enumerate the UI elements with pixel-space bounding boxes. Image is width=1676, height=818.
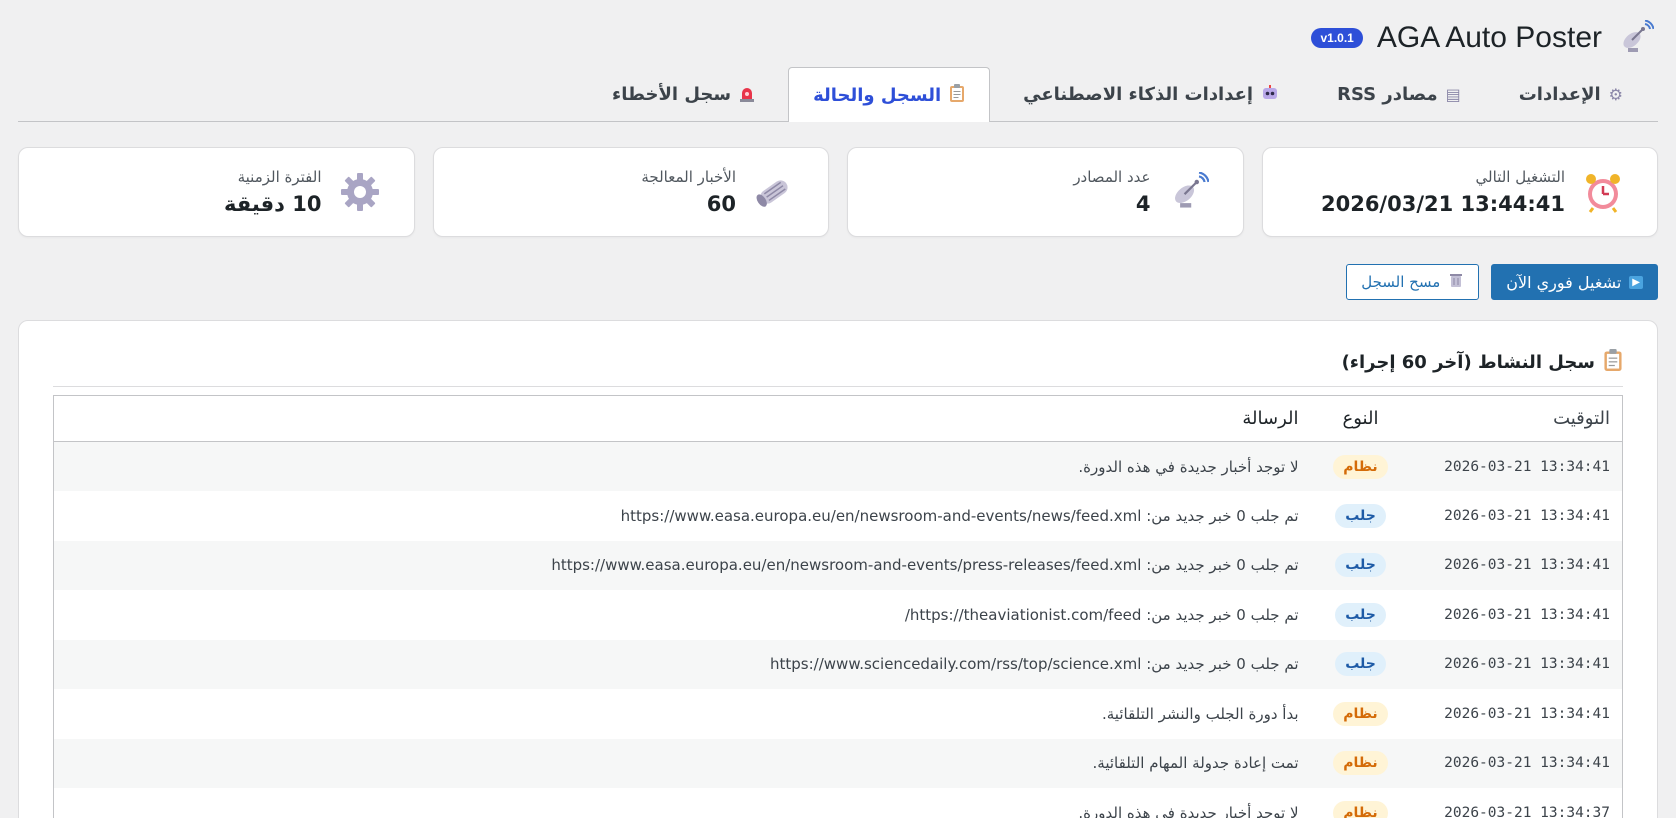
app-header: AGA Auto Poster v1.0.1 [1311, 18, 1656, 58]
log-type-badge: نظام [1333, 701, 1388, 726]
log-message: لا توجد أخبار جديدة في هذه الدورة. [1078, 457, 1299, 476]
table-row: 2026-03-21 13:34:41 جلب تم جلب 0 خبر جديد … [54, 491, 1623, 541]
run-now-button[interactable]: ▶ تشغيل فوري الآن [1491, 264, 1658, 300]
stat-card-interval: الفترة الزمنية 10 دقيقة [18, 147, 415, 237]
tab-label: السجل والحالة [813, 84, 942, 106]
column-header-message[interactable]: الرسالة [53, 395, 1311, 442]
satellite-dish-icon [1165, 168, 1213, 216]
log-message: تمت إعادة جدولة المهام التلقائية. [1092, 754, 1299, 773]
tab-rss-sources[interactable]: ▤ مصادر RSS [1312, 67, 1486, 121]
log-title: سجل النشاط (آخر 60 إجراء) [53, 349, 1623, 387]
tab-error-log[interactable]: سجل الأخطاء [587, 67, 780, 121]
stat-value: 10 دقيقة [224, 192, 322, 216]
siren-icon [739, 84, 755, 106]
stat-card-next-run: التشغيل التالي 2026/03/21 13:44:41 [1261, 147, 1658, 237]
log-table: التوقيت النوع الرسالة 2026-03-21 13:34:4… [53, 395, 1623, 818]
clipboard-icon [1603, 349, 1623, 376]
tab-settings[interactable]: ⚙ الإعدادات [1494, 67, 1648, 121]
log-type-badge: نظام [1333, 751, 1388, 776]
stat-value: 2026/03/21 13:44:41 [1320, 192, 1565, 216]
play-icon: ▶ [1629, 275, 1643, 289]
activity-log-panel: سجل النشاط (آخر 60 إجراء) التوقيت النوع … [18, 320, 1658, 818]
log-type-badge: جلب [1335, 602, 1386, 627]
log-type-cell: جلب [1311, 541, 1411, 591]
tab-label: إعدادات الذكاء الاصطناعي [1023, 84, 1254, 105]
log-type-badge: جلب [1335, 652, 1386, 677]
column-header-type[interactable]: النوع [1310, 395, 1411, 442]
table-header-row: التوقيت النوع الرسالة [53, 395, 1623, 442]
stat-card-sources-count: عدد المصادر 4 [847, 147, 1244, 237]
stat-label: الفترة الزمنية [237, 168, 322, 186]
trash-icon [1448, 272, 1464, 292]
log-time: 2026-03-21 13:34:41 [1444, 705, 1610, 722]
table-row: 2026-03-21 13:34:41 نظام بدأ دورة الجلب وا… [54, 689, 1623, 739]
column-header-time[interactable]: التوقيت [1410, 395, 1623, 442]
table-row: 2026-03-21 13:34:41 جلب تم جلب 0 خبر جديد … [54, 590, 1623, 640]
table-row: 2026-03-21 13:34:41 نظام تمت إعادة جدولة ا… [53, 738, 1623, 789]
stat-label: الأخبار المعالجة [641, 168, 736, 186]
log-message: تم جلب 0 خبر جديد من: https://www.easa.e… [620, 506, 1299, 525]
log-type-cell: جلب [1311, 640, 1411, 690]
robot-icon [1261, 84, 1279, 106]
log-time: 2026-03-21 13:34:41 [1444, 606, 1610, 623]
log-time: 2026-03-21 13:34:41 [1444, 458, 1610, 475]
clipboard-icon [949, 84, 965, 106]
gear-icon: ⚙ [1608, 85, 1623, 104]
stat-card-processed-news: الأخبار المعالجة 60 [432, 147, 829, 237]
log-time: 2026-03-21 13:34:37 [1444, 804, 1610, 818]
rolled-newspaper-icon [750, 168, 798, 216]
app-title: AGA Auto Poster [1376, 21, 1602, 54]
tab-log-status[interactable]: السجل والحالة [788, 67, 991, 122]
log-type-badge: نظام [1333, 454, 1388, 479]
stat-value: 60 [706, 192, 736, 216]
log-time: 2026-03-21 13:34:41 [1444, 557, 1610, 574]
tab-label: سجل الأخطاء [612, 84, 732, 105]
log-type-cell: نظام [1311, 788, 1411, 818]
log-message: تم جلب 0 خبر جديد من: https://www.easa.e… [551, 556, 1299, 575]
log-type-badge: جلب [1335, 503, 1386, 528]
table-row: 2026-03-21 13:34:41 جلب تم جلب 0 خبر جديد … [53, 639, 1623, 690]
log-message: بدأ دورة الجلب والنشر التلقائية. [1102, 704, 1299, 723]
tab-label: الإعدادات [1518, 84, 1601, 105]
log-message: تم جلب 0 خبر جديد من: https://theaviatio… [904, 605, 1299, 624]
table-row: 2026-03-21 13:34:41 نظام لا توجد أخبار جدي… [53, 441, 1623, 492]
table-row: 2026-03-21 13:34:37 نظام لا توجد أخبار جدي… [54, 788, 1623, 818]
log-type-badge: نظام [1333, 800, 1388, 818]
log-type-cell: نظام [1311, 739, 1411, 789]
alarm-clock-icon [1579, 168, 1627, 216]
log-type-cell: جلب [1311, 491, 1411, 541]
log-time: 2026-03-21 13:34:41 [1444, 656, 1610, 673]
log-title-text: سجل النشاط (آخر 60 إجراء) [1341, 352, 1595, 373]
gear-icon [336, 168, 384, 216]
stats-row: التشغيل التالي 2026/03/21 13:44:41 عدد ا… [18, 147, 1658, 237]
log-type-cell: نظام [1311, 442, 1411, 492]
log-time: 2026-03-21 13:34:41 [1444, 507, 1610, 524]
version-badge: v1.0.1 [1311, 28, 1363, 48]
stat-label: التشغيل التالي [1475, 168, 1565, 186]
tab-label: مصادر RSS [1337, 84, 1438, 105]
tab-ai-settings[interactable]: إعدادات الذكاء الاصطناعي [998, 67, 1304, 121]
nav-tabs: ⚙ الإعدادات ▤ مصادر RSS إعدادات الذكاء ا… [18, 67, 1658, 122]
log-type-badge: جلب [1335, 553, 1386, 578]
satellite-dish-icon [1616, 18, 1656, 58]
log-message: تم جلب 0 خبر جديد من: https://www.scienc… [770, 655, 1299, 674]
action-buttons: ▶ تشغيل فوري الآن مسح السجل [1346, 264, 1658, 300]
table-row: 2026-03-21 13:34:41 جلب تم جلب 0 خبر جديد … [53, 540, 1623, 591]
log-type-cell: نظام [1311, 689, 1411, 739]
log-type-cell: جلب [1311, 590, 1411, 640]
log-message: لا توجد أخبار جديدة في هذه الدورة. [1078, 803, 1299, 818]
run-now-label: تشغيل فوري الآن [1506, 272, 1622, 292]
stat-label: عدد المصادر [1073, 168, 1151, 186]
clear-log-button[interactable]: مسح السجل [1346, 264, 1480, 300]
log-time: 2026-03-21 13:34:41 [1444, 755, 1610, 772]
stat-value: 4 [1135, 192, 1151, 216]
clear-log-label: مسح السجل [1361, 273, 1441, 291]
newspaper-icon: ▤ [1445, 85, 1461, 104]
